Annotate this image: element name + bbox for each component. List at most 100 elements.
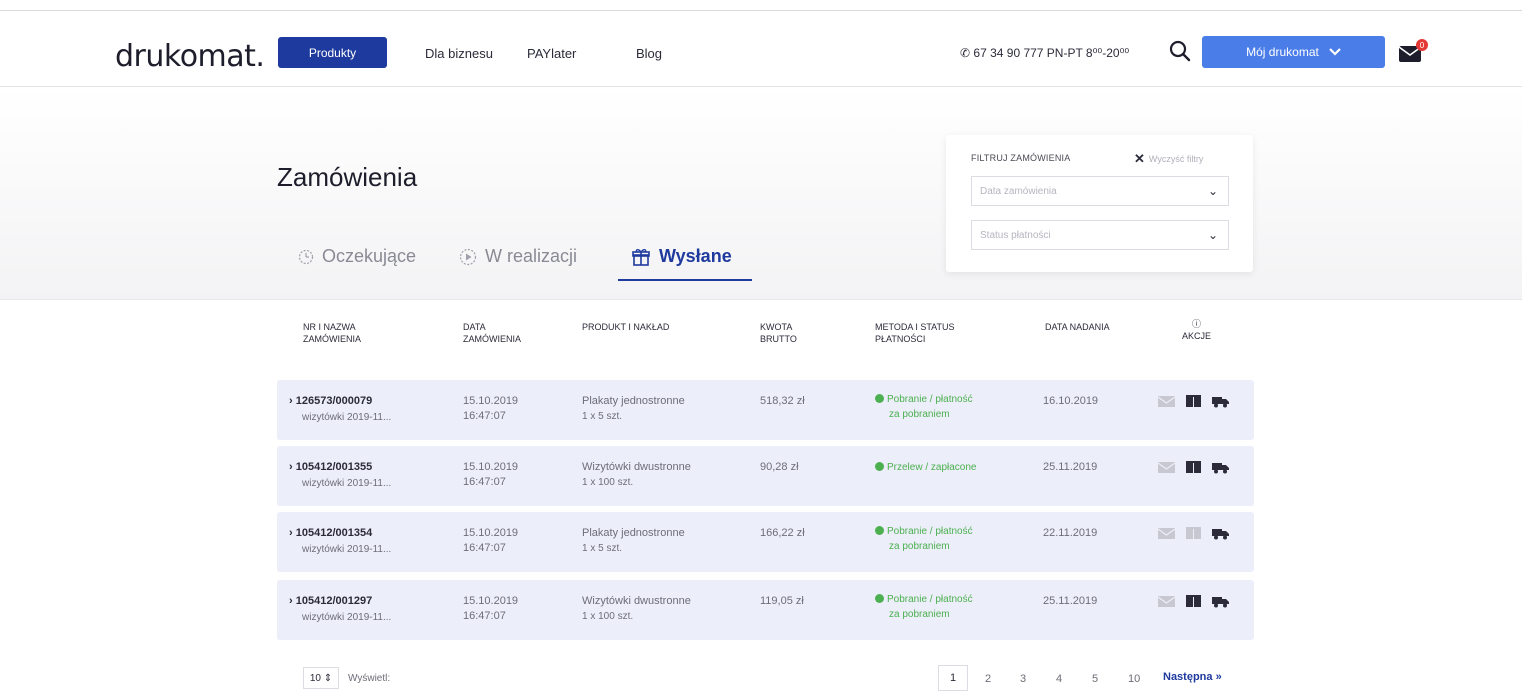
- package-icon[interactable]: [1184, 594, 1203, 608]
- invoice-mail-icon[interactable]: [1157, 394, 1176, 408]
- payment-status-placeholder: Status płatności: [980, 229, 1051, 241]
- page-1[interactable]: 1: [938, 665, 968, 691]
- product-name: Wizytówki dwustronne: [582, 595, 691, 607]
- page-10[interactable]: 10: [1128, 673, 1140, 685]
- order-time: 16:47:07: [463, 476, 506, 488]
- table-row[interactable]: › 105412/001297 wizytówki 2019-11... 15.10…: [277, 580, 1254, 640]
- invoice-mail-icon[interactable]: [1157, 460, 1176, 474]
- per-page-select[interactable]: 10 ⇕: [303, 667, 339, 689]
- order-number-text: 126573/000079: [295, 395, 373, 407]
- col-header-sent-date: DATA NADANIA: [1045, 322, 1110, 332]
- clock-icon: [298, 249, 314, 264]
- package-icon[interactable]: [1184, 460, 1203, 474]
- order-time: 16:47:07: [463, 542, 506, 554]
- order-name: wizytówki 2019-11...: [302, 544, 392, 555]
- active-tab-indicator: [618, 279, 752, 281]
- info-icon[interactable]: ⓘ: [1182, 318, 1211, 330]
- per-page-value: 10: [309, 672, 321, 684]
- mail-badge: 0: [1420, 41, 1425, 50]
- payment-status-select[interactable]: Status płatności ⌄: [971, 220, 1229, 250]
- check-circle-icon: [875, 594, 884, 603]
- invoice-mail-icon[interactable]: [1157, 594, 1176, 608]
- page-3[interactable]: 3: [1020, 673, 1026, 685]
- order-number[interactable]: › 105412/001355: [289, 460, 372, 475]
- col-header-date: DATA ZAMÓWIENIA: [463, 322, 521, 344]
- phone-text: 67 34 90 777 PN-PT 8⁰⁰-20⁰⁰: [973, 46, 1130, 60]
- account-label: Mój drukomat: [1246, 45, 1319, 59]
- product-quantity: 1 x 5 szt.: [582, 411, 623, 422]
- sent-date: 22.11.2019: [1043, 527, 1098, 539]
- payment-status: Przelew / zapłacone: [875, 460, 977, 490]
- expand-chevron-icon[interactable]: ›: [289, 395, 293, 407]
- order-date-select[interactable]: Data zamówienia ⌄: [971, 176, 1229, 206]
- order-number[interactable]: › 105412/001354: [289, 526, 372, 541]
- payment-status-text: Przelew / zapłacone: [887, 462, 977, 473]
- tab-oczekujace[interactable]: Oczekujące: [298, 246, 416, 267]
- order-amount: 90,28 zł: [760, 461, 799, 473]
- expand-chevron-icon[interactable]: ›: [289, 461, 293, 473]
- filter-panel: FILTRUJ ZAMÓWIENIA ✕ Wyczyść filtry Data…: [946, 135, 1253, 272]
- page-2[interactable]: 2: [985, 673, 991, 685]
- account-button[interactable]: Mój drukomat: [1202, 36, 1385, 68]
- truck-icon[interactable]: [1211, 394, 1230, 408]
- invoice-mail-icon[interactable]: [1157, 526, 1176, 540]
- search-icon[interactable]: [1169, 40, 1191, 62]
- tab-wyslane[interactable]: Wysłane: [631, 246, 732, 267]
- close-icon: ✕: [1134, 151, 1145, 166]
- payment-status: Pobranie / płatność za pobraniem: [875, 392, 973, 422]
- tab-w-realizacji[interactable]: W realizacji: [459, 246, 577, 267]
- table-row[interactable]: › 105412/001355 wizytówki 2019-11... 15.10…: [277, 446, 1254, 506]
- payment-status-text: Pobranie / płatność: [887, 394, 973, 405]
- order-date-placeholder: Data zamówienia: [980, 185, 1057, 197]
- nav-dla-biznesu[interactable]: Dla biznesu: [425, 46, 493, 61]
- col-header-order: NR I NAZWA ZAMÓWIENIA: [303, 322, 361, 344]
- col-header-actions-label: AKCJE: [1182, 331, 1212, 341]
- payment-status: Pobranie / płatność za pobraniem: [875, 524, 973, 554]
- sent-date: 16.10.2019: [1043, 395, 1099, 407]
- table-row[interactable]: › 126573/000079 wizytówki 2019-11... 15.10…: [277, 380, 1254, 440]
- product-name: Plakaty jednostronne: [582, 395, 685, 407]
- clear-filters-button[interactable]: ✕ Wyczyść filtry: [1134, 151, 1203, 167]
- col-header-actions: ⓘ AKCJE: [1182, 318, 1211, 342]
- package-icon[interactable]: [1184, 394, 1203, 408]
- expand-chevron-icon[interactable]: ›: [289, 527, 293, 539]
- row-actions: [1157, 526, 1230, 540]
- mail-icon[interactable]: 0: [1398, 38, 1428, 64]
- payment-status-detail: za pobraniem: [889, 541, 950, 552]
- table-row[interactable]: › 105412/001354 wizytówki 2019-11... 15.10…: [277, 512, 1254, 572]
- order-time: 16:47:07: [463, 610, 506, 622]
- next-page-link[interactable]: Następna »: [1163, 671, 1222, 683]
- orders-hero: [0, 88, 1522, 300]
- order-number[interactable]: › 126573/000079: [289, 394, 372, 409]
- truck-icon[interactable]: [1211, 594, 1230, 608]
- order-name: wizytówki 2019-11...: [302, 412, 392, 423]
- gift-icon: [632, 248, 650, 266]
- nav-paylater[interactable]: PAYlater: [527, 46, 576, 61]
- check-circle-icon: [875, 394, 884, 403]
- order-amount: 119,05 zł: [760, 595, 804, 607]
- expand-chevron-icon[interactable]: ›: [289, 595, 293, 607]
- row-actions: [1157, 594, 1230, 608]
- order-number[interactable]: › 105412/001297: [289, 594, 372, 609]
- logo[interactable]: drukomat.: [115, 39, 265, 74]
- package-icon[interactable]: [1184, 526, 1203, 540]
- page-4[interactable]: 4: [1056, 673, 1062, 685]
- nav-produkty-button[interactable]: Produkty: [278, 37, 387, 68]
- truck-icon[interactable]: [1211, 460, 1230, 474]
- payment-status-text: Pobranie / płatność: [887, 594, 973, 605]
- truck-icon[interactable]: [1211, 526, 1230, 540]
- order-date: 15.10.2019: [463, 527, 519, 539]
- phone-contact[interactable]: ✆ 67 34 90 777 PN-PT 8⁰⁰-20⁰⁰: [960, 46, 1129, 60]
- nav-blog[interactable]: Blog: [636, 46, 662, 61]
- order-date: 15.10.2019: [463, 461, 519, 473]
- product-quantity: 1 x 100 szt.: [582, 611, 634, 622]
- product-quantity: 1 x 5 szt.: [582, 543, 623, 554]
- col-header-payment: METODA I STATUS PŁATNOŚCI: [875, 322, 955, 344]
- phone-icon: ✆: [960, 46, 971, 60]
- order-name: wizytówki 2019-11...: [302, 612, 392, 623]
- order-number-text: 105412/001354: [295, 527, 373, 539]
- sent-date: 25.11.2019: [1043, 595, 1098, 607]
- col-header-amount: KWOTA BRUTTO: [760, 322, 797, 344]
- page-5[interactable]: 5: [1092, 673, 1098, 685]
- check-circle-icon: [875, 462, 884, 471]
